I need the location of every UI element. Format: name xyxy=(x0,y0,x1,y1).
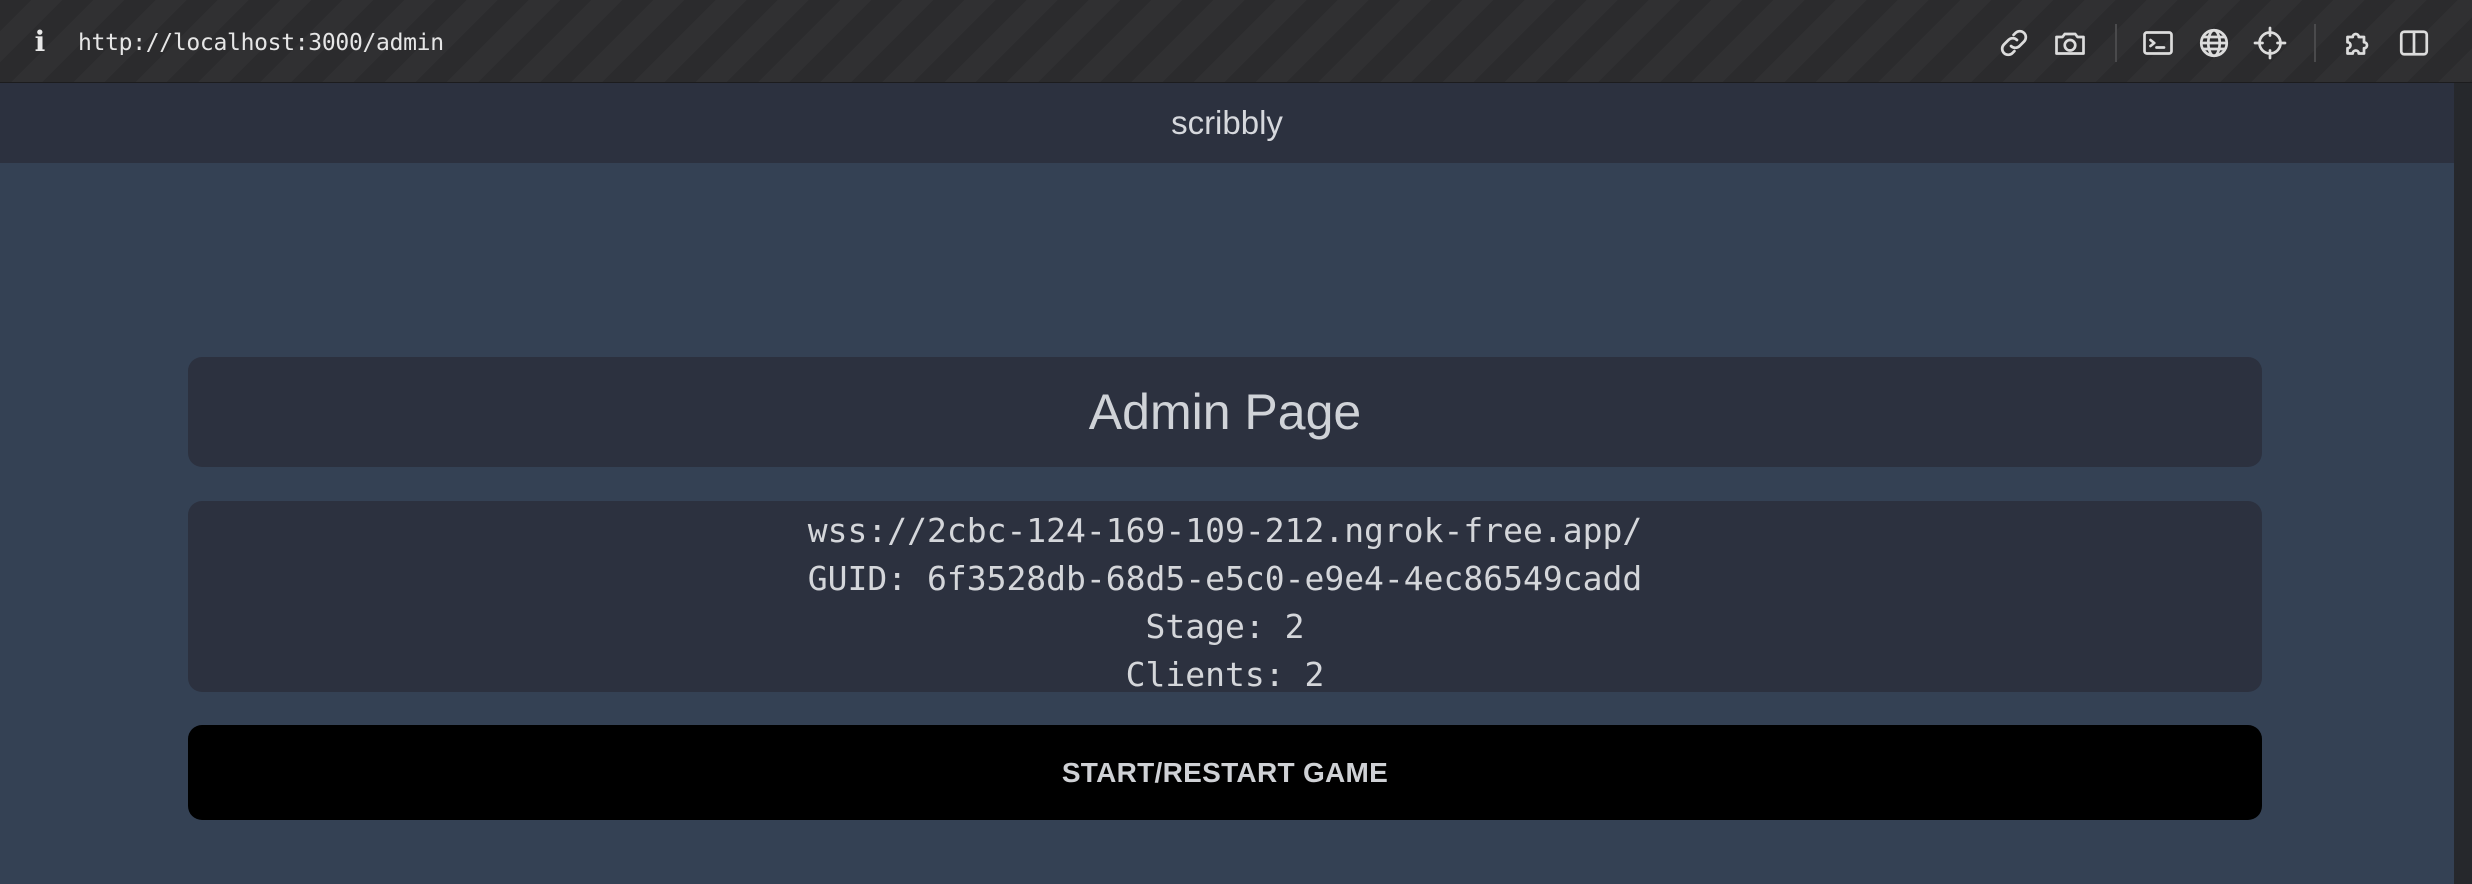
page-title: Admin Page xyxy=(1088,384,1362,440)
window-edge xyxy=(2454,83,2472,884)
stage-line: Stage: 2 xyxy=(1145,607,1305,646)
app-header: scribbly xyxy=(0,83,2454,163)
title-card: Admin Page xyxy=(188,357,2262,467)
toolbar-separator xyxy=(2115,24,2117,62)
server-url: wss://2cbc-124-169-109-212.ngrok-free.ap… xyxy=(807,511,1643,550)
sidebar-icon[interactable] xyxy=(2396,25,2432,61)
guid-line: GUID: 6f3528db-68d5-e5c0-e9e4-4ec86549ca… xyxy=(807,559,1643,598)
terminal-icon[interactable] xyxy=(2140,25,2176,61)
app-title: scribbly xyxy=(1171,104,1283,141)
browser-toolbar: i http://localhost:3000/admin xyxy=(0,0,2472,83)
server-info-card: wss://2cbc-124-169-109-212.ngrok-free.ap… xyxy=(188,501,2262,692)
address-bar-url[interactable]: http://localhost:3000/admin xyxy=(78,27,444,59)
toolbar-separator xyxy=(2314,24,2316,62)
link-icon[interactable] xyxy=(1996,25,2032,61)
globe-icon[interactable] xyxy=(2196,25,2232,61)
start-restart-game-button[interactable]: START/RESTART GAME xyxy=(188,725,2262,820)
info-icon[interactable]: i xyxy=(26,26,54,58)
puzzle-icon[interactable] xyxy=(2340,25,2376,61)
clients-line: Clients: 2 xyxy=(1125,655,1325,692)
crosshair-icon[interactable] xyxy=(2252,25,2288,61)
camera-icon[interactable] xyxy=(2052,25,2088,61)
